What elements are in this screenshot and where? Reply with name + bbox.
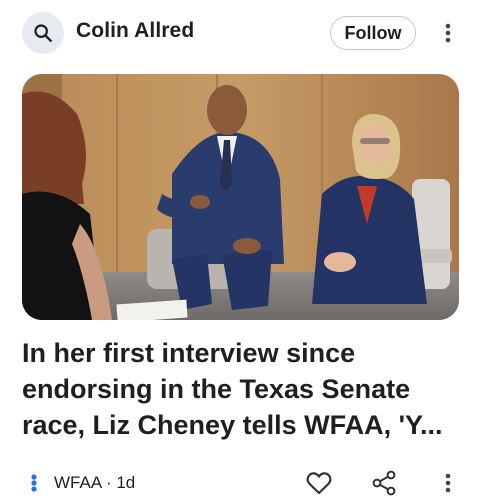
topic-title: Colin Allred [76,19,195,42]
heart-icon [306,472,332,495]
like-button[interactable] [305,470,333,496]
search-button[interactable] [22,12,64,54]
more-vert-icon [445,473,451,493]
more-options-button[interactable] [437,20,459,46]
more-vert-icon [445,23,451,43]
search-icon [34,24,52,42]
headline-line: race, Liz Cheney tells WFAA, 'Y... [22,410,443,440]
share-icon [372,470,396,496]
headline-line: endorsing in the Texas Senate [22,374,411,404]
share-button[interactable] [371,470,397,496]
headline-line: In her first interview since [22,338,356,368]
follow-button[interactable]: Follow [330,16,416,50]
article-more-button[interactable] [437,470,459,496]
article-headline[interactable]: In her first interview since endorsing i… [22,335,462,443]
article-footer: WFAA · 1d [0,462,481,500]
article-image[interactable] [22,74,459,320]
source-and-age[interactable]: WFAA · 1d [54,473,135,493]
source-logo-icon [31,474,37,492]
topic-header: Colin Allred Follow [0,0,481,66]
